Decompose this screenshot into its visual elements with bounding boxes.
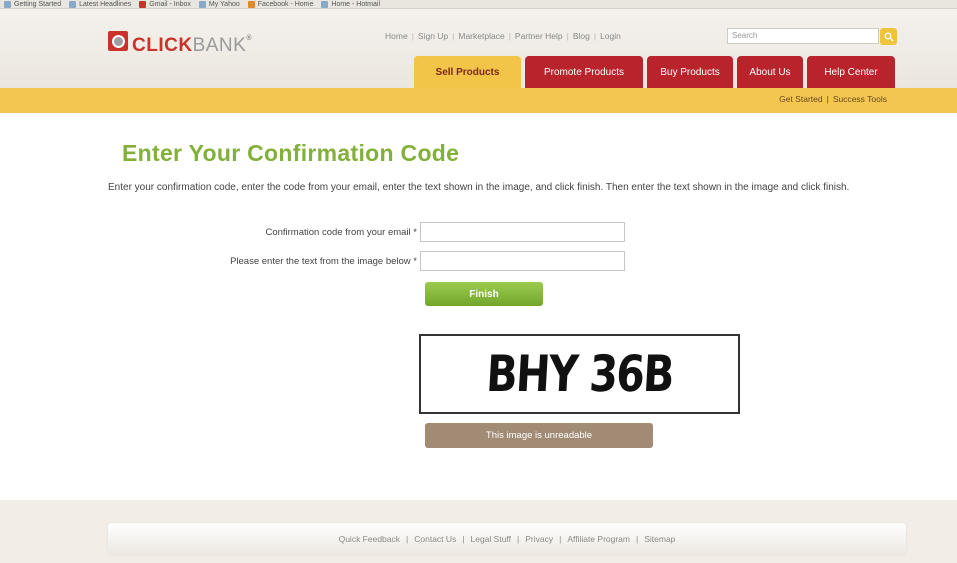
page-title: Enter Your Confirmation Code xyxy=(122,140,460,166)
logo-text-bank: BANK xyxy=(192,35,247,56)
bookmark-icon xyxy=(321,0,329,8)
bookmark-icon xyxy=(198,0,206,8)
bookmark-item[interactable]: Gmail - Inbox xyxy=(139,0,191,8)
divider: | xyxy=(508,31,511,41)
logo-text: CLICKBANK® xyxy=(132,35,252,57)
footer-link-feedback[interactable]: Quick Feedback xyxy=(339,534,400,544)
footer-link-affiliate[interactable]: Affiliate Program xyxy=(567,534,630,544)
gmail-icon xyxy=(139,0,147,8)
bookmark-label: Facebook - Home xyxy=(257,0,314,8)
top-link-marketplace[interactable]: Marketplace xyxy=(458,31,504,41)
top-link-blog[interactable]: Blog xyxy=(573,31,590,41)
main-content: Enter Your Confirmation Code Enter your … xyxy=(0,113,957,500)
captcha-entry-label: Please enter the text from the image bel… xyxy=(230,255,417,267)
search-input[interactable]: Search xyxy=(727,28,879,44)
captcha-image: BHY 36B xyxy=(419,334,740,414)
divider: | xyxy=(452,31,455,41)
captcha-entry-input[interactable] xyxy=(420,251,625,271)
image-unreadable-button[interactable]: This image is unreadable xyxy=(425,423,653,448)
divider: | xyxy=(593,31,597,41)
bookmark-item[interactable]: Home - Hotmail xyxy=(321,0,381,8)
top-link-login[interactable]: Login xyxy=(600,31,621,41)
bookmarks-bar: Getting Started Latest Headlines Gmail -… xyxy=(0,0,957,9)
captcha-text: BHY 36B xyxy=(484,345,675,403)
logo-mark-icon xyxy=(108,31,128,51)
footer-link-legal[interactable]: Legal Stuff xyxy=(471,534,512,544)
footer-link-contact[interactable]: Contact Us xyxy=(414,534,456,544)
finish-button[interactable]: Finish xyxy=(425,282,543,306)
main-nav: Sell Products Promote Products Buy Produ… xyxy=(414,56,895,88)
footer-link-privacy[interactable]: Privacy xyxy=(525,534,553,544)
tab-help-center[interactable]: Help Center xyxy=(807,56,895,88)
top-links: Home | Sign Up | Marketplace | Partner Help… xyxy=(385,31,621,41)
divider: | xyxy=(636,534,639,544)
top-link-sign-up[interactable]: Sign Up xyxy=(418,31,448,41)
sub-nav-bar: Get Started | Success Tools xyxy=(0,88,957,113)
footer: Quick Feedback | Contact Us | Legal Stuff |… xyxy=(108,523,906,555)
confirmation-code-row: Confirmation code from your email * xyxy=(110,222,625,242)
bookmark-icon xyxy=(69,0,77,8)
bookmark-item[interactable]: Latest Headlines xyxy=(69,0,132,8)
bookmark-label: Home - Hotmail xyxy=(331,0,381,8)
top-link-partner-help[interactable]: Partner Help xyxy=(515,31,563,41)
footer-link-sitemap[interactable]: Sitemap xyxy=(644,534,675,544)
bookmark-label: Latest Headlines xyxy=(79,0,132,8)
divider: | xyxy=(517,534,520,544)
clickbank-logo[interactable]: CLICKBANK® xyxy=(108,31,252,57)
top-link-home[interactable]: Home xyxy=(385,31,408,41)
sub-link-success-tools[interactable]: Success Tools xyxy=(833,94,887,104)
search-icon xyxy=(884,32,893,41)
site-header: CLICKBANK® Home | Sign Up | Marketplace | P… xyxy=(0,9,957,89)
logo-trademark: ® xyxy=(246,35,252,42)
bookmark-item[interactable]: Getting Started xyxy=(4,0,62,8)
instructions-text: Enter your confirmation code, enter the … xyxy=(108,182,850,193)
tab-sell-products[interactable]: Sell Products xyxy=(414,56,521,88)
tab-promote-products[interactable]: Promote Products xyxy=(525,56,643,88)
bookmark-label: Gmail - Inbox xyxy=(149,0,191,8)
sub-link-get-started[interactable]: Get Started xyxy=(779,94,822,104)
confirmation-code-label: Confirmation code from your email * xyxy=(265,226,417,238)
confirmation-code-input[interactable] xyxy=(420,222,625,242)
tab-about-us[interactable]: About Us xyxy=(737,56,803,88)
divider: | xyxy=(826,94,829,104)
captcha-entry-row: Please enter the text from the image bel… xyxy=(110,251,625,271)
bookmark-icon xyxy=(247,0,255,8)
divider: | xyxy=(411,31,414,41)
logo-text-click: CLICK xyxy=(132,35,193,56)
bookmark-label: Getting Started xyxy=(14,0,62,8)
bookmark-item[interactable]: Facebook - Home xyxy=(247,0,314,8)
sub-nav-links: Get Started | Success Tools xyxy=(779,94,887,104)
bookmark-label: My Yahoo xyxy=(208,0,240,8)
search-button[interactable] xyxy=(880,28,897,45)
bookmark-icon xyxy=(4,0,11,8)
divider: | xyxy=(566,31,569,41)
divider: | xyxy=(559,534,562,544)
tab-buy-products[interactable]: Buy Products xyxy=(647,56,733,88)
divider: | xyxy=(406,534,409,544)
divider: | xyxy=(462,534,465,544)
bookmark-item[interactable]: My Yahoo xyxy=(198,0,240,8)
